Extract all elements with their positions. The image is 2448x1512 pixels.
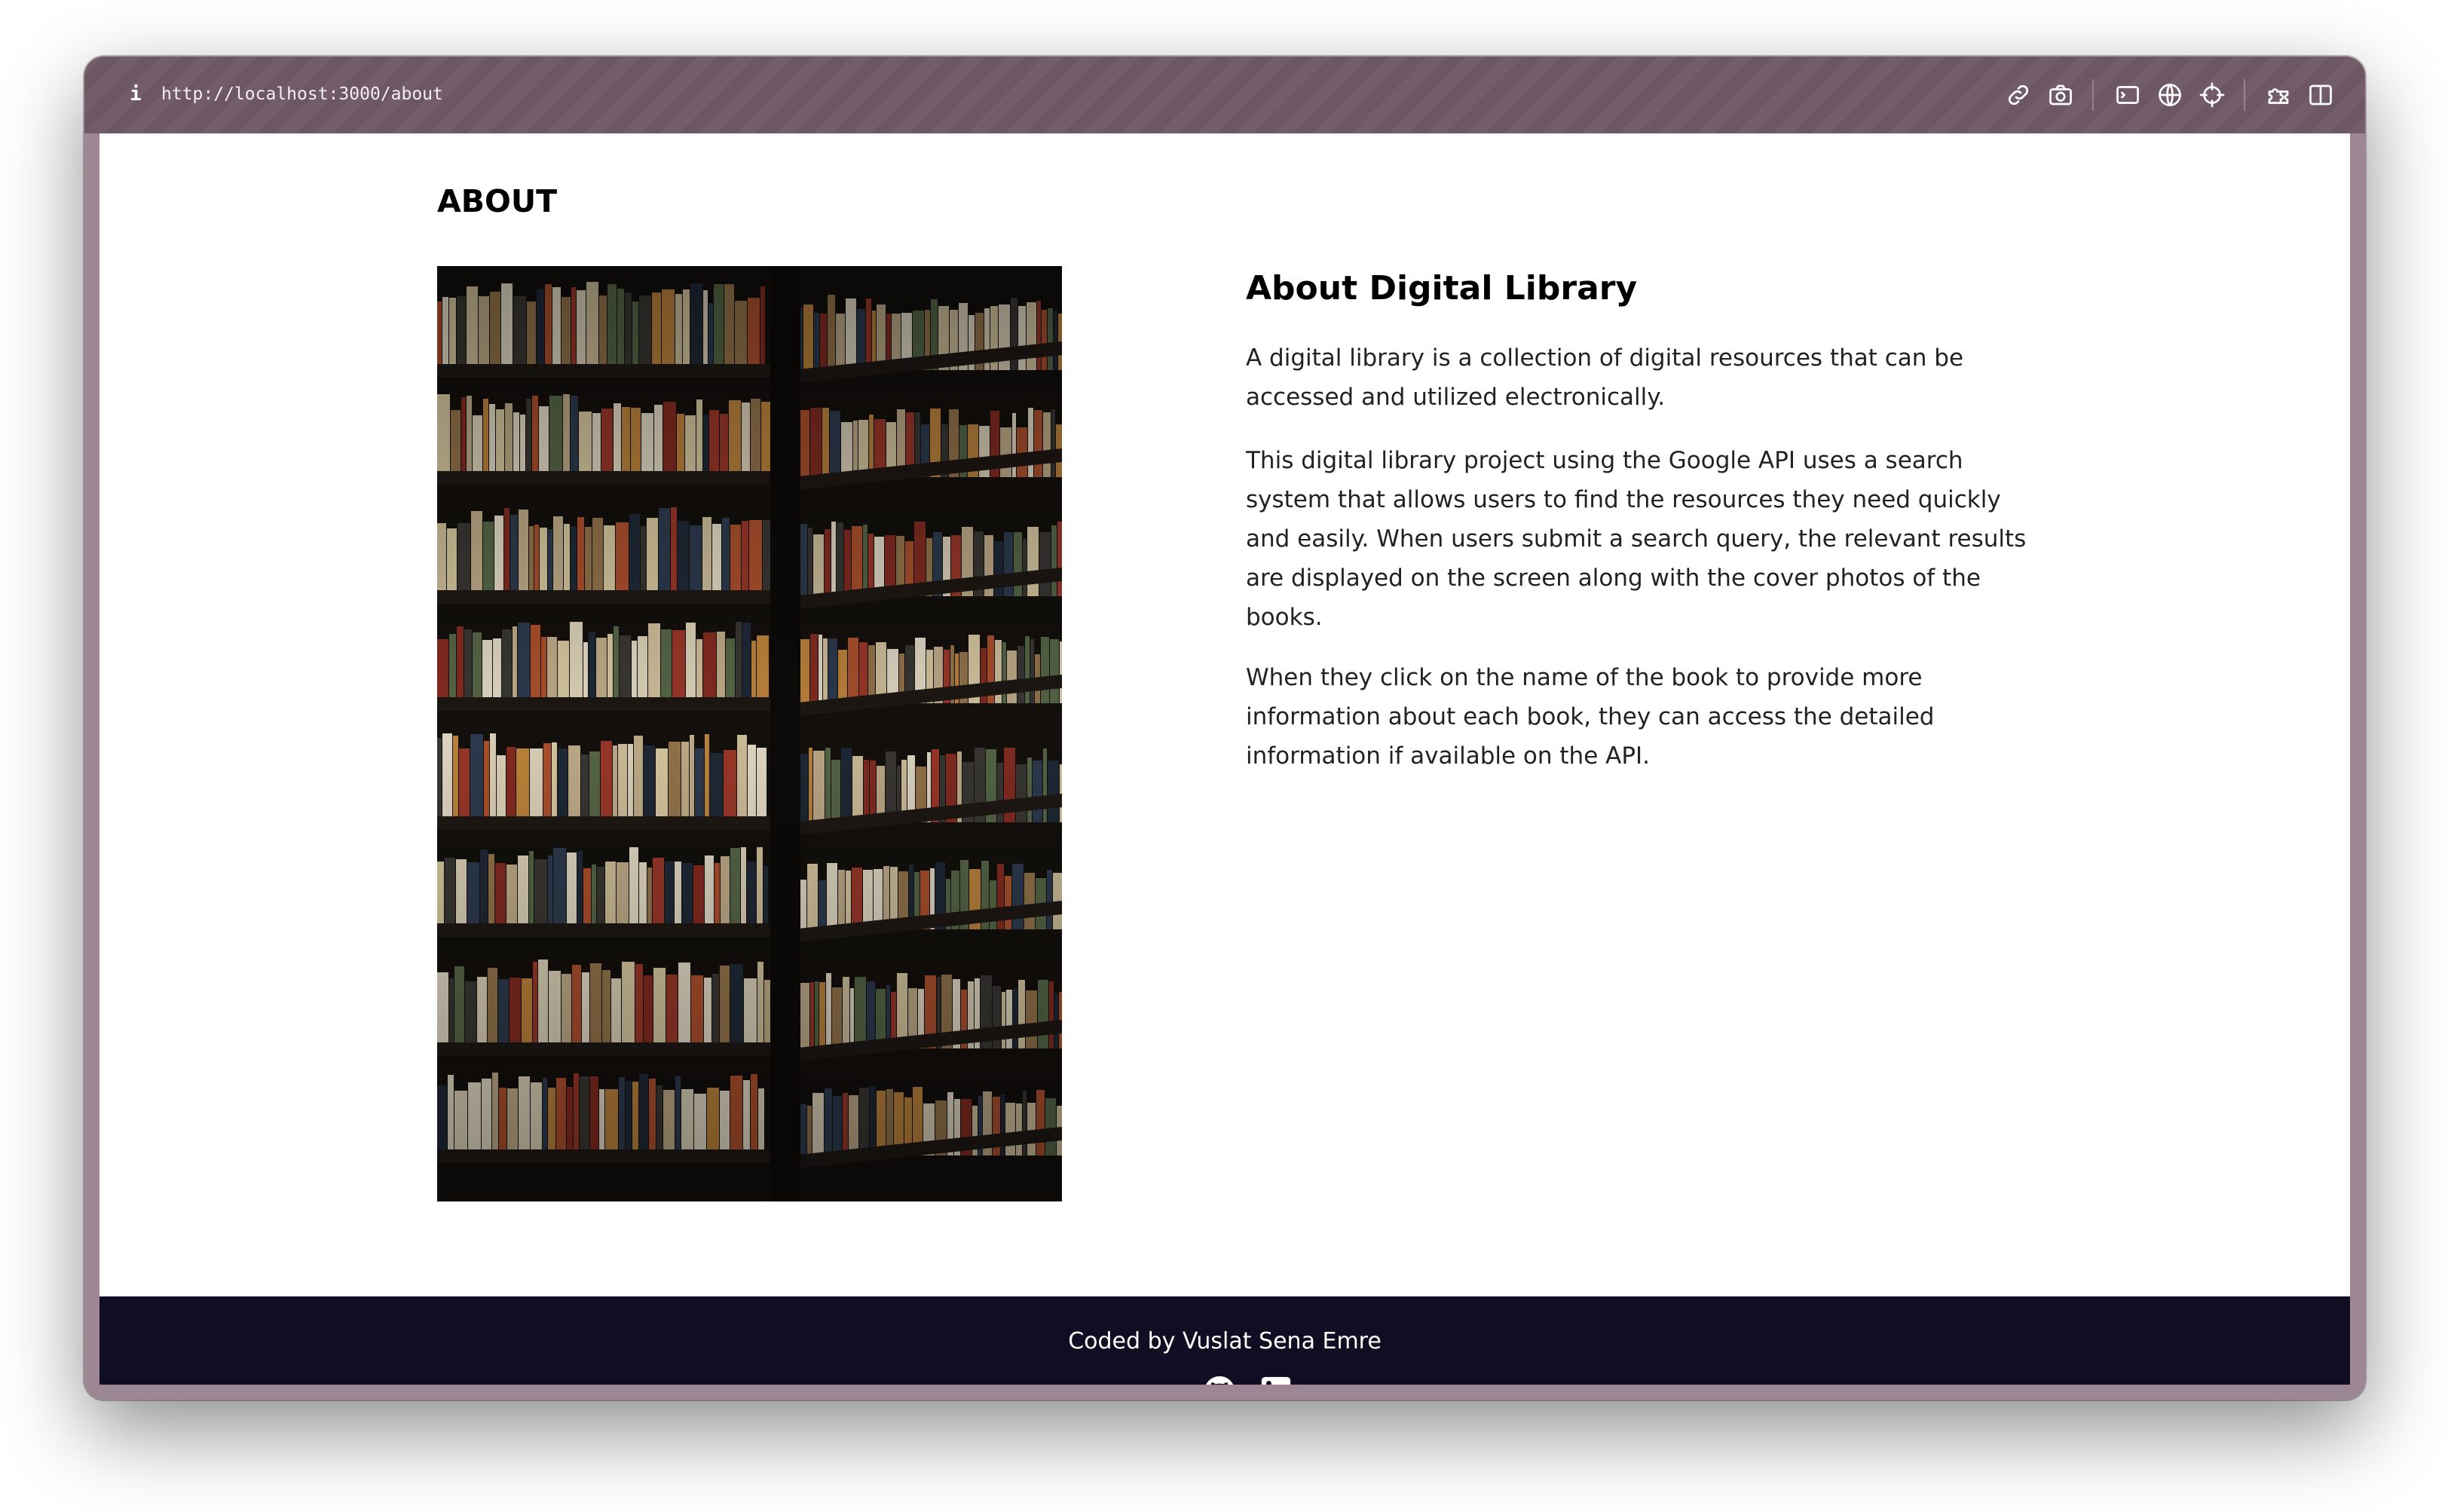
address-bar[interactable]: http://localhost:3000/about <box>161 79 443 109</box>
about-paragraph-3: When they click on the name of the book … <box>1246 664 1935 770</box>
about-paragraph-2: This digital library project using the G… <box>1246 447 2027 631</box>
bookshelf-photo <box>437 266 1062 1201</box>
link-icon[interactable] <box>2005 81 2032 109</box>
sidebar-icon[interactable] <box>2307 81 2334 109</box>
github-icon[interactable] <box>1202 1374 1237 1385</box>
terminal-icon[interactable] <box>2114 81 2141 109</box>
page-footer: Coded by Vuslat Sena Emre <box>99 1296 2350 1385</box>
extension-icon[interactable] <box>2265 81 2292 109</box>
page-viewport: ABOUT About Digital Library A digital li… <box>99 133 2350 1385</box>
browser-toolbar: i http://localhost:3000/about <box>84 57 2365 133</box>
page-title: ABOUT <box>437 183 558 219</box>
footer-credit: Coded by Vuslat Sena Emre <box>1068 1328 1382 1354</box>
about-paragraph-1: A digital library is a collection of dig… <box>1246 344 1964 411</box>
crosshair-icon[interactable] <box>2199 81 2226 109</box>
about-title: About Digital Library <box>1246 269 1638 308</box>
globe-icon[interactable] <box>2156 81 2183 109</box>
toolbar-divider <box>2092 79 2094 111</box>
info-icon[interactable]: i <box>124 79 147 109</box>
browser-window: i http://localhost:3000/about ABOUT Abou… <box>84 57 2365 1400</box>
camera-icon[interactable] <box>2047 81 2074 109</box>
linkedin-icon[interactable] <box>1259 1374 1293 1385</box>
toolbar-divider <box>2244 79 2245 111</box>
